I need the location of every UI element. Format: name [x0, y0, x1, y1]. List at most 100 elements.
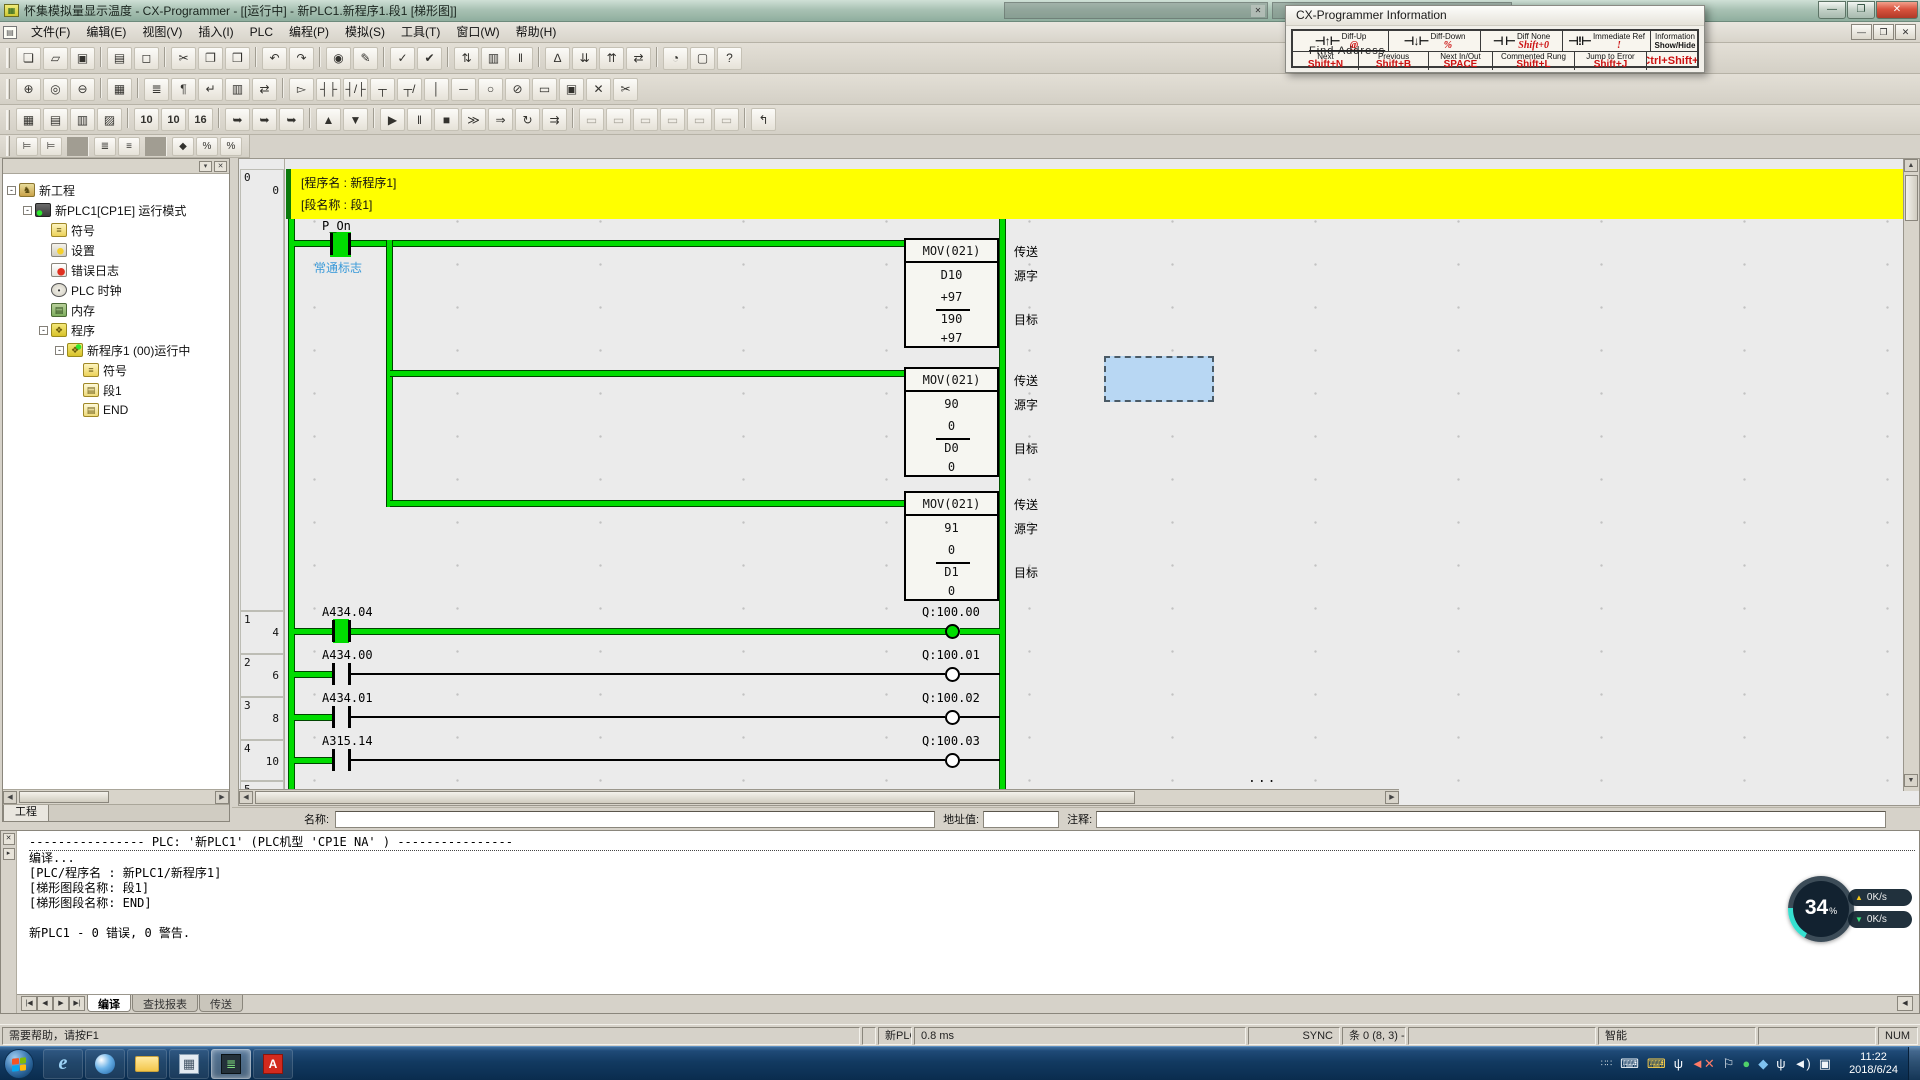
tree-item[interactable]: ≡ 符号	[3, 220, 229, 240]
coil-nc-icon[interactable]: ⊘	[505, 78, 530, 101]
scroll-left-icon[interactable]: ◀	[1897, 996, 1913, 1011]
rung-wrap-icon[interactable]: ↵	[198, 78, 223, 101]
go-error-icon[interactable]: ➥	[279, 108, 304, 131]
rung-number-block[interactable]: 00	[240, 169, 284, 611]
health-icon[interactable]: ●	[1742, 1057, 1750, 1070]
keyboard-icon[interactable]: ⌨	[1620, 1057, 1639, 1070]
ladder-canvas[interactable]: [程序名 : 新程序1] [段名称 : 段1] P_On 常通标志 MOV(02…	[286, 159, 1905, 791]
vertical-line-icon[interactable]: │	[424, 78, 449, 101]
option-icon[interactable]: ▭	[606, 108, 631, 131]
taskbar-ie[interactable]: e	[43, 1049, 83, 1079]
scrollbar-thumb[interactable]	[255, 791, 1135, 804]
scroll-down-icon[interactable]: ▼	[1904, 774, 1918, 787]
usb-safe-remove-icon[interactable]: ψ	[1776, 1057, 1785, 1070]
monitor-view-icon[interactable]: ▥	[225, 78, 250, 101]
function-block-icon[interactable]: ▣	[559, 78, 584, 101]
compile-output-text[interactable]: ---------------- PLC: '新PLC1' (PLC机型 'CP…	[17, 831, 1919, 994]
selection-rectangle[interactable]	[1104, 356, 1214, 402]
usb-icon[interactable]: ψ	[1674, 1057, 1683, 1070]
sep[interactable]	[373, 108, 375, 128]
instruction-block-mov[interactable]: MOV(021) 91 0 D1 0	[904, 491, 999, 601]
horizontal-line-icon[interactable]: ─	[451, 78, 476, 101]
or-contact-no-icon[interactable]: ┬	[370, 78, 395, 101]
mdi-close-button[interactable]: ✕	[1895, 24, 1916, 40]
contact-on-highlight[interactable]	[333, 619, 349, 643]
scroll-left-icon[interactable]: ◀	[239, 791, 253, 804]
save-icon[interactable]: ▣	[70, 47, 95, 70]
scrollbar-thumb[interactable]	[1905, 175, 1918, 221]
menu-help[interactable]: 帮助(H)	[508, 23, 565, 41]
zoom-reset-icon[interactable]: ◎	[43, 78, 68, 101]
bookmark-icon[interactable]: ◆	[172, 137, 194, 156]
stop-icon[interactable]: ■	[434, 108, 459, 131]
go-next-icon[interactable]: ➥	[252, 108, 277, 131]
source-operand[interactable]: 91	[906, 521, 997, 535]
option-icon[interactable]: ▭	[687, 108, 712, 131]
action-center-flag-icon[interactable]: ⚐	[1723, 1057, 1735, 1070]
expander-icon[interactable]: -	[39, 326, 48, 335]
sep[interactable]	[309, 108, 311, 128]
tree-item[interactable]: - ♞ 新工程	[3, 180, 229, 200]
sep[interactable]	[538, 47, 540, 67]
grid-icon[interactable]: ▦	[107, 78, 132, 101]
maximize-button[interactable]: ❐	[1847, 1, 1875, 19]
cross-window-icon[interactable]: ▨	[97, 108, 122, 131]
scroll-up-icon[interactable]: ▲	[1904, 159, 1918, 172]
input-method-icon[interactable]: ⌨	[1647, 1057, 1666, 1070]
copy-icon[interactable]: ❐	[198, 47, 223, 70]
sep[interactable]	[67, 137, 89, 156]
run-icon[interactable]: ▶	[380, 108, 405, 131]
sep[interactable]	[145, 137, 167, 156]
sep[interactable]	[127, 108, 129, 128]
contact-label[interactable]: A434.00	[322, 648, 373, 662]
contact-nc-icon[interactable]: ┤/├	[343, 78, 368, 101]
coil-label[interactable]: Q:100.01	[922, 648, 980, 662]
zoom-out-icon[interactable]: ⊖	[70, 78, 95, 101]
coil-icon[interactable]: ○	[478, 78, 503, 101]
new-window-icon[interactable]: ▢	[690, 47, 715, 70]
network-icon[interactable]: ▣	[1819, 1057, 1831, 1070]
scroll-left-icon[interactable]: ◀	[3, 791, 17, 804]
continuous-run-icon[interactable]: ↻	[515, 108, 540, 131]
start-button[interactable]	[4, 1049, 34, 1079]
comment-input[interactable]	[1096, 811, 1886, 828]
rung-number-block[interactable]: 14	[240, 611, 284, 654]
popup-title[interactable]: CX-Programmer Information	[1286, 6, 1704, 26]
invert-icon[interactable]: ✕	[586, 78, 611, 101]
tree-item[interactable]: 设置	[3, 240, 229, 260]
rung-down-icon[interactable]: ≡	[118, 137, 140, 156]
display-signed-decimal-icon[interactable]: 10	[161, 108, 186, 131]
output-coil[interactable]	[945, 710, 960, 725]
dest-operand[interactable]: D1	[906, 565, 997, 579]
transfer-to-plc-icon[interactable]: ⇊	[572, 47, 597, 70]
taskbar-cx-programmer[interactable]: ≣	[211, 1049, 251, 1079]
sep[interactable]	[383, 47, 385, 67]
sep[interactable]	[282, 78, 284, 98]
scrollbar-thumb[interactable]	[19, 791, 109, 803]
instruction-block-mov[interactable]: MOV(021) 90 0 D0 0	[904, 367, 999, 477]
return-icon[interactable]: ↰	[751, 108, 776, 131]
rung-number-block[interactable]: 26	[240, 654, 284, 697]
symbols-window-icon[interactable]: ▤	[43, 108, 68, 131]
print-preview-icon[interactable]: ◻	[134, 47, 159, 70]
io-comment-icon[interactable]: ¶	[171, 78, 196, 101]
coil-label[interactable]: Q:100.02	[922, 691, 980, 705]
monitor-icon[interactable]: ▥	[481, 47, 506, 70]
scan-run-icon[interactable]: ⇉	[542, 108, 567, 131]
go-previous-icon[interactable]: ➥	[225, 108, 250, 131]
taskbar-pdf-reader[interactable]: A	[253, 1049, 293, 1079]
rung-number-block[interactable]: 38	[240, 697, 284, 740]
option-icon[interactable]: ▭	[633, 108, 658, 131]
tree-item[interactable]: ▤ END	[3, 400, 229, 420]
contact-label[interactable]: A315.14	[322, 734, 373, 748]
pause-icon[interactable]: ‖	[407, 108, 432, 131]
mdi-minimize-button[interactable]: —	[1851, 24, 1872, 40]
show-desktop-button[interactable]	[1908, 1047, 1920, 1080]
taskbar-calculator[interactable]: ▦	[169, 1049, 209, 1079]
taskbar-folder[interactable]	[127, 1049, 167, 1079]
transfer-from-plc-icon[interactable]: ⇈	[599, 47, 624, 70]
menu-program[interactable]: 编程(P)	[281, 23, 337, 41]
tab-scroll-right[interactable]: ▶	[53, 996, 69, 1011]
step-run-icon[interactable]: ≫	[461, 108, 486, 131]
tree-item[interactable]: ≡ 符号	[3, 360, 229, 380]
